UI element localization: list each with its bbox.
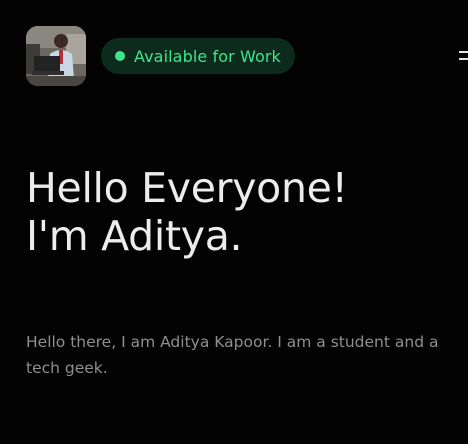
hamburger-menu-icon[interactable] <box>459 48 468 62</box>
headline-line-1: Hello Everyone! <box>26 164 348 212</box>
status-badge: Available for Work <box>101 38 295 74</box>
portfolio-page: Available for Work Hello Everyone! I'm A… <box>0 0 468 444</box>
status-badge-label: Available for Work <box>134 46 281 66</box>
hero-intro: Hello there, I am Aditya Kapoor. I am a … <box>26 333 439 377</box>
avatar <box>26 26 86 86</box>
hero-headline: Hello Everyone! I'm Aditya. <box>26 164 348 260</box>
headline-line-2: I'm Aditya. <box>26 212 243 260</box>
status-dot-icon <box>115 51 125 61</box>
profile-photo-icon <box>26 26 86 86</box>
